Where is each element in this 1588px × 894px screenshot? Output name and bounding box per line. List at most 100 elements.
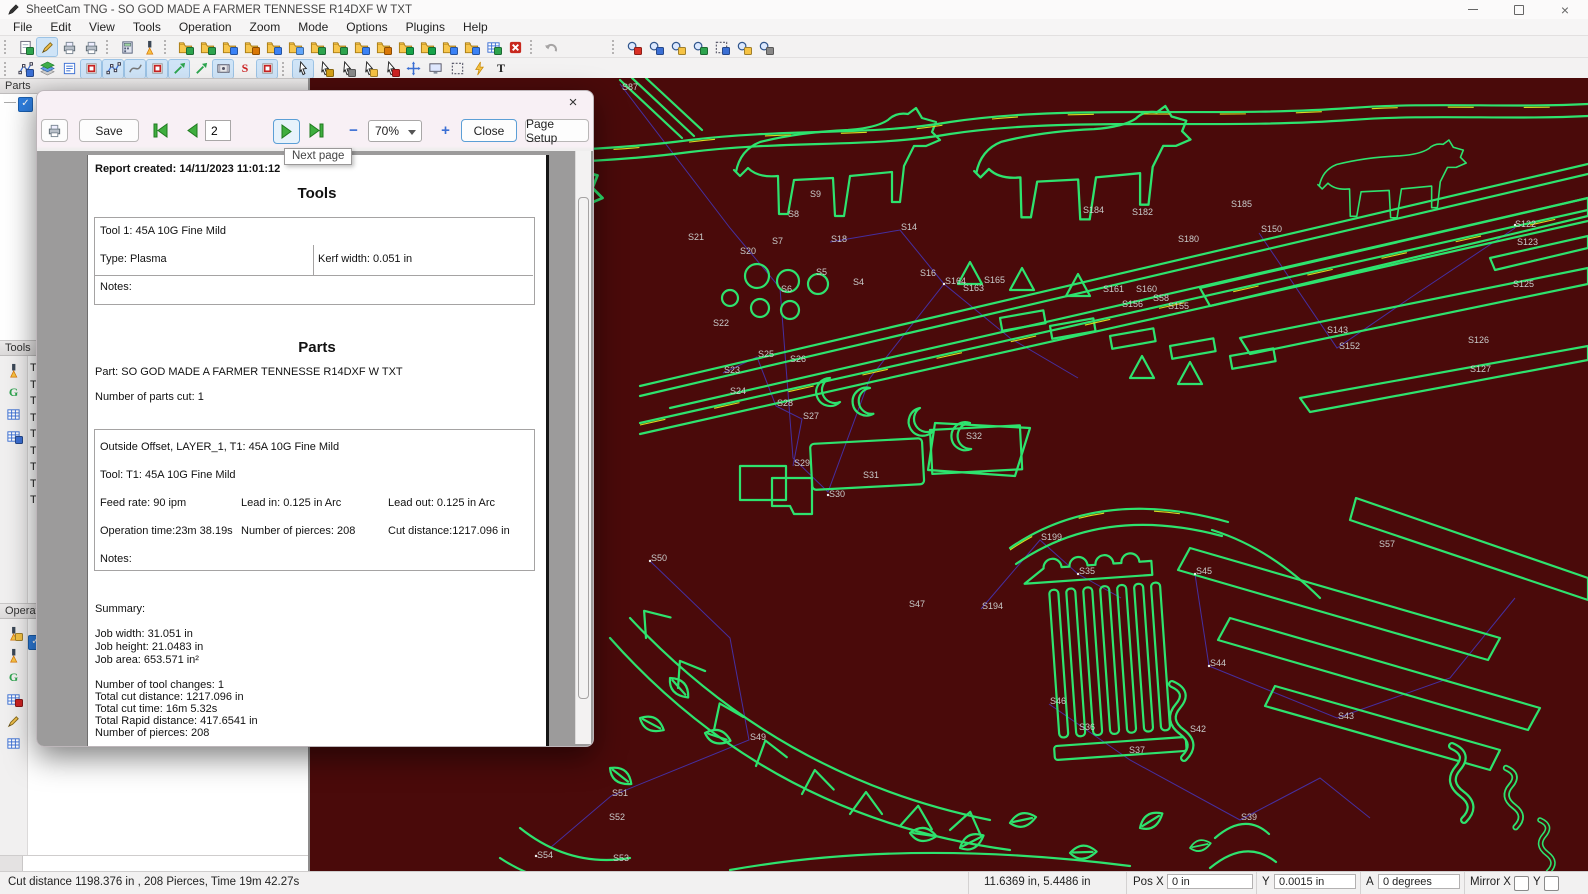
print-icon[interactable] — [59, 38, 79, 56]
page-number-input[interactable] — [205, 120, 231, 141]
menu-plugins[interactable]: Plugins — [397, 20, 454, 34]
close-button[interactable]: × — [1542, 0, 1588, 19]
edit-part-icon[interactable] — [373, 38, 393, 56]
layers-icon[interactable] — [37, 60, 57, 78]
select-region-icon[interactable] — [447, 60, 467, 78]
menu-options[interactable]: Options — [337, 20, 396, 34]
plasma-tool-icon[interactable] — [4, 361, 24, 379]
tool-table-icon[interactable] — [4, 405, 24, 423]
add-part-icon[interactable] — [329, 38, 349, 56]
job-notes-icon[interactable] — [59, 60, 79, 78]
zoom-machine-icon[interactable] — [755, 38, 775, 56]
previous-page-button[interactable] — [180, 119, 205, 142]
mirror-x-checkbox[interactable] — [1514, 876, 1529, 891]
mirror-x-label: Mirror X — [1470, 876, 1511, 888]
undo-icon[interactable] — [541, 38, 561, 56]
op-pen-icon[interactable] — [4, 712, 24, 730]
tool-warning-icon[interactable] — [4, 427, 24, 445]
select-start-icon[interactable] — [315, 60, 335, 78]
delete-icon[interactable] — [505, 38, 525, 56]
duplicate-drawing-icon[interactable] — [285, 38, 305, 56]
copy-drawing-icon[interactable] — [263, 38, 283, 56]
print-report-button[interactable] — [41, 119, 68, 142]
last-page-button[interactable] — [303, 119, 328, 142]
dialog-close-button[interactable]: × — [563, 93, 583, 113]
edit-start-icon[interactable] — [337, 60, 357, 78]
outside-offset-icon[interactable] — [80, 58, 102, 79]
op-table-icon[interactable] — [4, 734, 24, 752]
minimize-button[interactable] — [1450, 0, 1496, 19]
contour-icon[interactable] — [146, 58, 168, 79]
op-torch-icon[interactable] — [4, 646, 24, 664]
svg-text:S44: S44 — [1210, 658, 1226, 668]
estimate-icon[interactable] — [117, 38, 137, 56]
mirror-y-checkbox[interactable] — [1544, 876, 1559, 891]
preview-scrollbar[interactable] — [575, 151, 591, 744]
export-part-icon[interactable] — [417, 38, 437, 56]
zoom-in-icon[interactable] — [623, 38, 643, 56]
move-part-icon[interactable] — [403, 60, 423, 78]
report-preview[interactable]: Report created: 14/11/2023 11:01:12 Tool… — [37, 151, 593, 746]
zoom-out-icon[interactable] — [645, 38, 665, 56]
new-job-icon[interactable] — [15, 38, 35, 56]
edit-drawing-icon[interactable] — [36, 37, 58, 57]
page-setup-button[interactable]: Page Setup — [525, 117, 589, 145]
select-contour-icon[interactable] — [381, 60, 401, 78]
post-g-icon[interactable]: G — [4, 383, 24, 401]
snip-path-icon[interactable] — [15, 60, 35, 78]
zoom-in-button[interactable]: + — [435, 119, 456, 142]
lead-in-icon[interactable] — [256, 58, 278, 79]
new-part-icon[interactable] — [307, 38, 327, 56]
menu-edit[interactable]: Edit — [41, 20, 80, 34]
maximize-button[interactable] — [1496, 0, 1542, 19]
menu-help[interactable]: Help — [454, 20, 497, 34]
zoom-parts-icon[interactable] — [689, 38, 709, 56]
text-tool-icon[interactable]: T — [491, 60, 511, 78]
zoom-out-button[interactable]: − — [343, 119, 364, 142]
link-part-icon[interactable] — [439, 38, 459, 56]
smooth-path-icon[interactable] — [124, 58, 146, 79]
op-post-icon[interactable]: G — [4, 668, 24, 686]
first-page-button[interactable] — [149, 119, 174, 142]
simulate-torch-icon[interactable] — [139, 38, 159, 56]
menu-file[interactable]: File — [4, 20, 41, 34]
pos-y-field[interactable]: 0.0015 in — [1274, 874, 1356, 889]
scrollbar-thumb[interactable] — [578, 197, 589, 699]
refresh-table-icon[interactable] — [483, 38, 503, 56]
rapid-arrow-icon[interactable] — [191, 60, 211, 78]
menu-mode[interactable]: Mode — [289, 20, 337, 34]
scroll-corner[interactable] — [0, 856, 23, 872]
pos-x-field[interactable]: 0 in — [1167, 874, 1253, 889]
open-drawing-icon[interactable] — [175, 38, 195, 56]
machine-bed-icon[interactable] — [212, 58, 234, 79]
save-drawing-icon[interactable] — [219, 38, 239, 56]
plot-icon[interactable] — [81, 38, 101, 56]
close-dialog-button[interactable]: Close — [461, 119, 517, 142]
show-machine-icon[interactable] — [425, 60, 445, 78]
zoom-material-icon[interactable] — [733, 38, 753, 56]
next-page-button[interactable] — [273, 119, 300, 144]
import-part-icon[interactable] — [395, 38, 415, 56]
save-all-parts-icon[interactable] — [461, 38, 481, 56]
menu-view[interactable]: View — [80, 20, 124, 34]
part-visible-checkbox[interactable]: ✓ — [18, 97, 33, 112]
menu-tools[interactable]: Tools — [124, 20, 170, 34]
zoom-window-icon[interactable] — [711, 38, 731, 56]
edit-drawing-file-icon[interactable] — [241, 38, 261, 56]
start-point-s-icon[interactable]: S — [235, 60, 255, 78]
save-report-button[interactable]: Save — [79, 119, 139, 142]
zoom-level-select[interactable]: 70% — [368, 120, 422, 142]
start-point-arrow-icon[interactable] — [168, 58, 190, 79]
zoom-drawing-icon[interactable] — [667, 38, 687, 56]
measure-icon[interactable] — [469, 60, 489, 78]
save-part-icon[interactable] — [351, 38, 371, 56]
quick-edit-icon[interactable] — [359, 60, 379, 78]
op-delete-icon[interactable] — [4, 690, 24, 708]
add-drawing-icon[interactable] — [197, 38, 217, 56]
select-tool-icon[interactable] — [292, 58, 314, 79]
angle-field[interactable]: 0 degrees — [1378, 874, 1460, 889]
node-edit-icon[interactable] — [102, 58, 124, 79]
menu-zoom[interactable]: Zoom — [241, 20, 290, 34]
op-torch-move-icon[interactable] — [4, 624, 24, 642]
menu-operation[interactable]: Operation — [170, 20, 241, 34]
